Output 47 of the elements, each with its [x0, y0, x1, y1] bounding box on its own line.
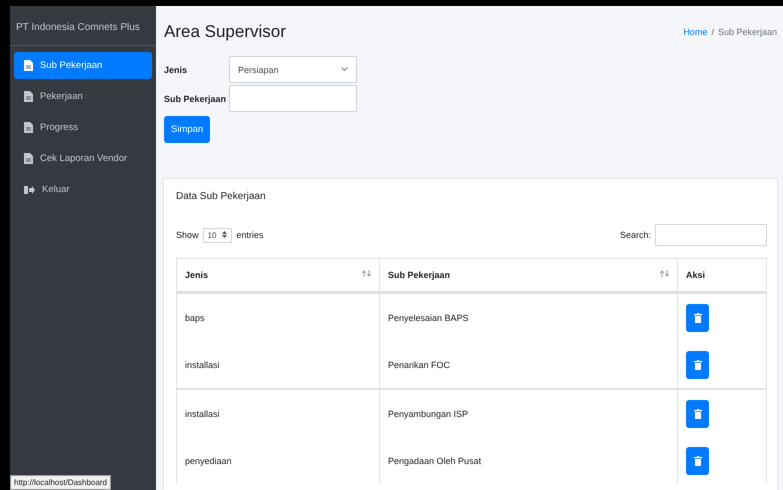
- sidebar-item[interactable]: Cek Laporan Vendor: [14, 145, 152, 172]
- table-cell: Penyelesaian BAPS: [388, 312, 469, 322]
- trash-icon: [694, 360, 702, 370]
- delete-button[interactable]: [686, 400, 709, 428]
- sidebar-item[interactable]: Keluar: [14, 176, 152, 203]
- input-field[interactable]: [229, 85, 357, 112]
- delete-button[interactable]: [686, 446, 709, 474]
- file-icon: [24, 60, 33, 71]
- search-field[interactable]: [655, 224, 767, 246]
- table-cell: baps: [185, 312, 205, 322]
- file-icon: [24, 153, 33, 164]
- breadcrumb-current: Sub Pekerjaan: [718, 27, 777, 37]
- card-title: Data Sub Pekerjaan: [176, 191, 267, 202]
- sidebar-item[interactable]: Pekerjaan: [14, 83, 152, 110]
- column-header[interactable]: Aksi: [678, 258, 766, 292]
- chevron-down-icon: [341, 67, 348, 72]
- length-label: Show: [176, 230, 199, 240]
- breadcrumb-link[interactable]: Home: [683, 27, 708, 37]
- field-label: Sub Pekerjaan: [164, 94, 228, 104]
- column-header[interactable]: Jenis: [176, 258, 380, 292]
- search-label: Search:: [620, 230, 651, 240]
- trash-icon: [694, 312, 702, 322]
- length-label: entries: [236, 230, 264, 240]
- trash-icon: [694, 408, 702, 418]
- logout-icon: [24, 184, 35, 194]
- table-cell: Penyambungan ISP: [388, 408, 468, 418]
- delete-button[interactable]: [686, 304, 709, 332]
- save-button[interactable]: Simpan: [164, 116, 210, 143]
- breadcrumb-separator: /: [711, 27, 714, 37]
- table-cell: Pengadaan Oleh Pusat: [388, 456, 482, 466]
- column-header[interactable]: Sub Pekerjaan: [380, 258, 678, 292]
- page-title: Area Supervisor: [164, 22, 286, 42]
- table-cell: installasi: [185, 360, 220, 370]
- table-cell: penyediaan: [185, 456, 232, 466]
- field-label: Jenis: [164, 64, 188, 74]
- spinner-icon: [222, 230, 228, 238]
- delete-button[interactable]: [686, 350, 709, 378]
- table-cell: Penarikan FOC: [388, 360, 450, 370]
- sidebar-item[interactable]: Progress: [14, 114, 152, 141]
- sidebar-item[interactable]: Sub Pekerjaan: [14, 52, 152, 79]
- status-url: http://localhost/Dashboard: [10, 475, 111, 490]
- file-icon: [24, 122, 33, 133]
- select-field[interactable]: Persiapan: [229, 56, 357, 83]
- entries-select[interactable]: 10: [202, 228, 232, 242]
- trash-icon: [694, 456, 702, 466]
- table-cell: installasi: [185, 408, 220, 418]
- file-icon: [24, 91, 33, 102]
